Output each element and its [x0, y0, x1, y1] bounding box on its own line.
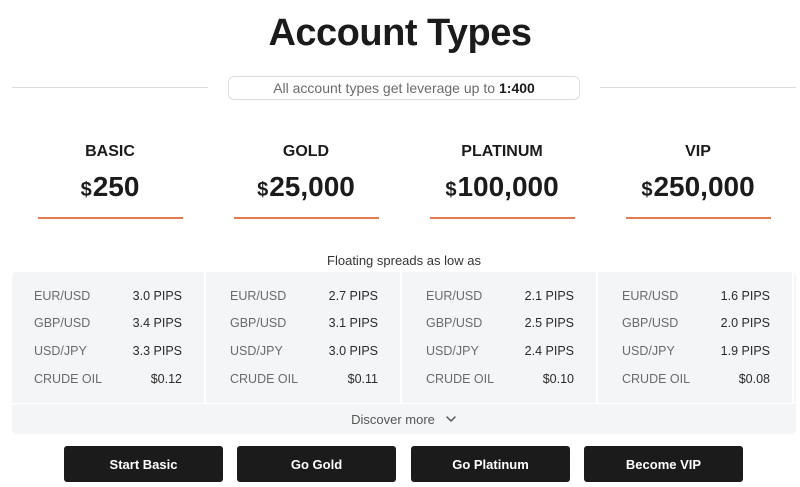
- tier-name: VIP: [685, 143, 711, 160]
- spread-value: $0.08: [738, 372, 770, 386]
- spreads-column-gold: EUR/USD 2.7 PIPS GBP/USD 3.1 PIPS USD/JPY 3…: [208, 272, 402, 403]
- spread-row: GBP/USD 3.1 PIPS: [230, 313, 378, 333]
- tier-price: $250: [20, 170, 200, 207]
- pair-label: EUR/USD: [622, 289, 679, 303]
- leverage-text: All account types get leverage up to: [273, 80, 495, 96]
- pair-label: EUR/USD: [426, 289, 483, 303]
- spread-value: 3.0 PIPS: [132, 289, 182, 303]
- pair-label: CRUDE OIL: [622, 372, 691, 386]
- spread-value: 3.1 PIPS: [328, 316, 378, 330]
- currency-symbol: $: [445, 179, 457, 201]
- pair-label: EUR/USD: [230, 289, 287, 303]
- tier-amount: 250: [92, 171, 140, 202]
- spread-row: CRUDE OIL $0.11: [230, 369, 378, 389]
- divider-right: [600, 87, 796, 88]
- tier-amount: 250,000: [653, 171, 755, 202]
- chevron-down-icon: [446, 416, 456, 422]
- tier-name: BASIC: [85, 143, 135, 160]
- pair-label: USD/JPY: [230, 344, 283, 358]
- pair-label: CRUDE OIL: [34, 372, 103, 386]
- tier-underline: [625, 217, 771, 219]
- spreads-table: EUR/USD 3.0 PIPS GBP/USD 3.4 PIPS USD/JPY 3…: [12, 272, 796, 434]
- currency-symbol: $: [80, 179, 92, 201]
- tier-basic: BASIC $250: [20, 140, 200, 219]
- spread-value: 1.6 PIPS: [720, 289, 770, 303]
- pair-label: GBP/USD: [230, 316, 287, 330]
- spreads-column-basic: EUR/USD 3.0 PIPS GBP/USD 3.4 PIPS USD/JPY 3…: [12, 272, 206, 403]
- spread-value: 2.4 PIPS: [524, 344, 574, 358]
- spread-value: $0.11: [347, 372, 378, 386]
- tier-underline: [37, 217, 183, 219]
- discover-more-button[interactable]: Discover more: [12, 409, 796, 429]
- pair-label: USD/JPY: [622, 344, 675, 358]
- spread-row: EUR/USD 3.0 PIPS: [34, 286, 182, 306]
- tier-vip: VIP $250,000: [608, 140, 788, 219]
- spread-row: USD/JPY 2.4 PIPS: [426, 341, 574, 361]
- spread-row: GBP/USD 2.0 PIPS: [622, 313, 770, 333]
- pair-label: CRUDE OIL: [426, 372, 495, 386]
- spread-value: 2.5 PIPS: [524, 316, 574, 330]
- leverage-value: 1:400: [499, 80, 535, 96]
- go-platinum-button[interactable]: Go Platinum: [411, 446, 570, 482]
- tier-name: PLATINUM: [461, 143, 543, 160]
- pair-label: USD/JPY: [426, 344, 479, 358]
- pair-label: GBP/USD: [426, 316, 483, 330]
- spread-value: 2.0 PIPS: [720, 316, 770, 330]
- tier-gold: GOLD $25,000: [216, 140, 396, 219]
- spread-value: 2.1 PIPS: [524, 289, 574, 303]
- pair-label: GBP/USD: [34, 316, 91, 330]
- spread-value: 2.7 PIPS: [328, 289, 378, 303]
- pair-label: CRUDE OIL: [230, 372, 299, 386]
- spread-value: 3.4 PIPS: [132, 316, 182, 330]
- spread-row: EUR/USD 2.7 PIPS: [230, 286, 378, 306]
- tier-price: $100,000: [412, 170, 592, 207]
- spreads-column-platinum: EUR/USD 2.1 PIPS GBP/USD 2.5 PIPS USD/JPY 2…: [404, 272, 598, 403]
- spread-value: 3.3 PIPS: [132, 344, 182, 358]
- spread-value: $0.10: [542, 372, 574, 386]
- pair-label: GBP/USD: [622, 316, 679, 330]
- spread-row: CRUDE OIL $0.10: [426, 369, 574, 389]
- table-divider: [12, 403, 796, 404]
- discover-more-label: Discover more: [351, 411, 435, 427]
- spread-value: $0.12: [150, 372, 182, 386]
- spread-value: 3.0 PIPS: [328, 344, 378, 358]
- spread-row: USD/JPY 3.3 PIPS: [34, 341, 182, 361]
- pair-label: USD/JPY: [34, 344, 87, 358]
- tier-underline: [429, 217, 575, 219]
- tier-price: $250,000: [608, 170, 788, 207]
- divider-left: [12, 87, 208, 88]
- spread-row: EUR/USD 2.1 PIPS: [426, 286, 574, 306]
- spread-row: USD/JPY 1.9 PIPS: [622, 341, 770, 361]
- tier-amount: 100,000: [457, 171, 559, 202]
- tier-platinum: PLATINUM $100,000: [412, 140, 592, 219]
- currency-symbol: $: [257, 179, 269, 201]
- spread-row: GBP/USD 3.4 PIPS: [34, 313, 182, 333]
- spreads-caption: Floating spreads as low as: [327, 253, 481, 268]
- become-vip-button[interactable]: Become VIP: [584, 446, 743, 482]
- pair-label: EUR/USD: [34, 289, 91, 303]
- spread-value: 1.9 PIPS: [720, 344, 770, 358]
- tier-amount: 25,000: [269, 171, 355, 202]
- currency-symbol: $: [641, 179, 653, 201]
- go-gold-button[interactable]: Go Gold: [237, 446, 396, 482]
- leverage-note: All account types get leverage up to 1:4…: [228, 76, 580, 100]
- spread-row: GBP/USD 2.5 PIPS: [426, 313, 574, 333]
- tier-underline: [233, 217, 379, 219]
- spread-row: USD/JPY 3.0 PIPS: [230, 341, 378, 361]
- tier-name: GOLD: [282, 143, 330, 160]
- page-title: Account Types: [268, 12, 532, 54]
- spreads-column-vip: EUR/USD 1.6 PIPS GBP/USD 2.0 PIPS USD/JPY 1…: [600, 272, 794, 403]
- start-basic-button[interactable]: Start Basic: [64, 446, 223, 482]
- spread-row: CRUDE OIL $0.12: [34, 369, 182, 389]
- spread-row: CRUDE OIL $0.08: [622, 369, 770, 389]
- spread-row: EUR/USD 1.6 PIPS: [622, 286, 770, 306]
- tier-price: $25,000: [216, 170, 396, 207]
